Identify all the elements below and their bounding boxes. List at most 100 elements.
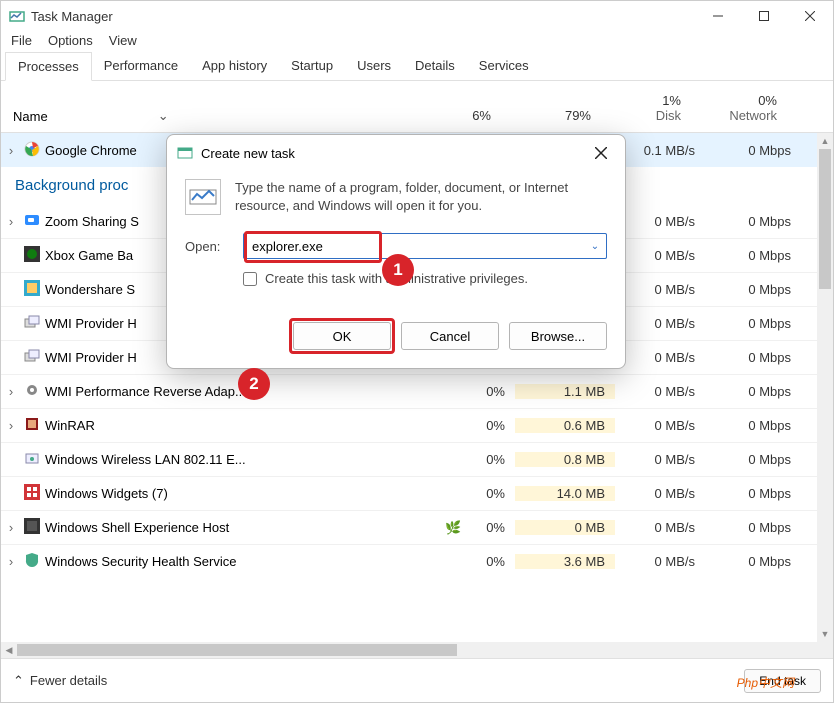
admin-checkbox[interactable] xyxy=(243,272,257,286)
disk-value: 0 MB/s xyxy=(615,418,705,433)
process-name: Windows Widgets (7) xyxy=(43,486,445,501)
expand-icon[interactable]: › xyxy=(1,418,21,433)
window-title: Task Manager xyxy=(31,9,113,24)
process-icon xyxy=(21,518,43,537)
open-combobox[interactable]: ⌄ xyxy=(243,233,607,259)
expand-icon[interactable]: › xyxy=(1,214,21,229)
dialog-icon xyxy=(177,145,193,161)
footer: ⌃ Fewer details End task xyxy=(1,658,833,702)
network-value: 0 Mbps xyxy=(705,248,801,263)
tabstrip: Processes Performance App history Startu… xyxy=(1,52,833,81)
process-row[interactable]: ›WMI Performance Reverse Adap...0%1.1 MB… xyxy=(1,374,833,408)
chevron-up-icon: ⌃ xyxy=(13,673,24,689)
open-input[interactable] xyxy=(244,239,584,254)
cpu-value: 0% xyxy=(459,486,515,501)
column-headers: Name ⌄ 6% 79% 1%Disk 0%Network xyxy=(1,81,833,133)
disk-value: 0 MB/s xyxy=(615,214,705,229)
process-row[interactable]: ›WinRAR0%0.6 MB0 MB/s0 Mbps xyxy=(1,408,833,442)
menu-file[interactable]: File xyxy=(11,33,32,48)
annotation-badge-2: 2 xyxy=(238,368,270,400)
disk-value: 0 MB/s xyxy=(615,248,705,263)
run-icon xyxy=(185,179,221,215)
minimize-button[interactable] xyxy=(695,1,741,31)
process-icon xyxy=(21,382,43,401)
dialog-instruction: Type the name of a program, folder, docu… xyxy=(235,179,607,215)
tab-processes[interactable]: Processes xyxy=(5,52,92,81)
disk-value: 0 MB/s xyxy=(615,384,705,399)
memory-value: 0.8 MB xyxy=(515,452,615,467)
network-value: 0 Mbps xyxy=(705,316,801,331)
tab-performance[interactable]: Performance xyxy=(92,52,190,80)
tab-app-history[interactable]: App history xyxy=(190,52,279,80)
expand-icon[interactable]: › xyxy=(1,143,21,158)
cpu-value: 0% xyxy=(459,452,515,467)
process-icon xyxy=(21,314,43,333)
tab-services[interactable]: Services xyxy=(467,52,541,80)
process-icon xyxy=(21,416,43,435)
maximize-button[interactable] xyxy=(741,1,787,31)
expand-icon[interactable]: › xyxy=(1,384,21,399)
disk-value: 0 MB/s xyxy=(615,282,705,297)
network-value: 0 Mbps xyxy=(705,350,801,365)
expand-icon[interactable]: › xyxy=(1,554,21,569)
dialog-title: Create new task xyxy=(201,146,295,161)
end-task-button[interactable]: End task xyxy=(744,669,821,693)
tab-details[interactable]: Details xyxy=(403,52,467,80)
browse-button[interactable]: Browse... xyxy=(509,322,607,350)
process-row[interactable]: Windows Widgets (7)0%14.0 MB0 MB/s0 Mbps xyxy=(1,476,833,510)
process-name: WinRAR xyxy=(43,418,445,433)
network-value: 0 Mbps xyxy=(705,554,801,569)
annotation-box-2 xyxy=(289,318,395,354)
close-button[interactable] xyxy=(787,1,833,31)
dialog-titlebar: Create new task xyxy=(167,135,625,171)
network-value: 0 Mbps xyxy=(705,143,801,158)
cancel-button[interactable]: Cancel xyxy=(401,322,499,350)
process-icon xyxy=(21,246,43,265)
expand-icon[interactable]: › xyxy=(1,520,21,535)
network-value: 0 Mbps xyxy=(705,418,801,433)
cpu-value: 0% xyxy=(459,418,515,433)
tab-startup[interactable]: Startup xyxy=(279,52,345,80)
process-name: Windows Wireless LAN 802.11 E... xyxy=(43,452,445,467)
menu-options[interactable]: Options xyxy=(48,33,93,48)
fewer-details-toggle[interactable]: ⌃ Fewer details xyxy=(13,673,107,689)
vertical-scrollbar[interactable]: ▲▼ xyxy=(817,133,833,642)
process-icon xyxy=(21,450,43,469)
process-icon xyxy=(21,552,43,571)
dropdown-icon[interactable]: ⌄ xyxy=(584,241,606,252)
memory-value: 0 MB xyxy=(515,520,615,535)
network-value: 0 Mbps xyxy=(705,520,801,535)
disk-value: 0.1 MB/s xyxy=(615,143,705,158)
disk-value: 0 MB/s xyxy=(615,316,705,331)
process-icon xyxy=(21,212,43,231)
process-icon xyxy=(21,348,43,367)
process-icon xyxy=(21,280,43,299)
memory-value: 14.0 MB xyxy=(515,486,615,501)
menubar: File Options View xyxy=(1,31,833,52)
column-name[interactable]: Name xyxy=(13,109,48,124)
process-row[interactable]: ›Windows Security Health Service0%3.6 MB… xyxy=(1,544,833,578)
process-row[interactable]: Windows Wireless LAN 802.11 E... 0%0.8 MB… xyxy=(1,442,833,476)
menu-view[interactable]: View xyxy=(109,33,137,48)
app-icon xyxy=(9,8,25,24)
titlebar: Task Manager xyxy=(1,1,833,31)
column-memory[interactable]: 79% xyxy=(501,106,601,132)
disk-value: 0 MB/s xyxy=(615,350,705,365)
column-network[interactable]: 0%Network xyxy=(691,91,787,132)
network-value: 0 Mbps xyxy=(705,282,801,297)
process-row[interactable]: ›Windows Shell Experience Host🌿0%0 MB0 M… xyxy=(1,510,833,544)
tab-users[interactable]: Users xyxy=(345,52,403,80)
memory-value: 3.6 MB xyxy=(515,554,615,569)
column-disk[interactable]: 1%Disk xyxy=(601,91,691,132)
process-icon xyxy=(21,141,43,160)
dialog-close-button[interactable] xyxy=(587,139,615,167)
column-cpu[interactable]: 6% xyxy=(445,106,501,132)
cpu-value: 0% xyxy=(459,384,515,399)
create-task-dialog: Create new task Type the name of a progr… xyxy=(166,134,626,369)
disk-value: 0 MB/s xyxy=(615,520,705,535)
process-name: Windows Security Health Service xyxy=(43,554,445,569)
chevron-down-icon[interactable]: ⌄ xyxy=(158,108,169,124)
network-value: 0 Mbps xyxy=(705,486,801,501)
disk-value: 0 MB/s xyxy=(615,452,705,467)
horizontal-scrollbar[interactable]: ◀ xyxy=(1,642,833,658)
